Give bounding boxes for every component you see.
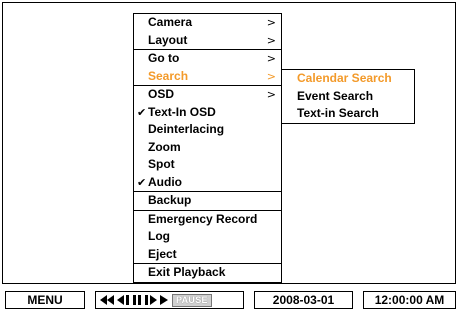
menu-item-label: Text-In OSD (148, 104, 216, 119)
menu-group-backup: Backup (134, 192, 281, 211)
menu-item-camera[interactable]: Camera > (134, 14, 281, 32)
menu-item-deinterlacing[interactable]: Deinterlacing (134, 121, 281, 139)
date-display[interactable]: 2008-03-01 (254, 291, 353, 309)
menu-item-label: Audio (148, 174, 182, 189)
menu-item-label: Exit Playback (148, 265, 226, 279)
step-back-icon[interactable] (117, 294, 130, 306)
menu-item-audio[interactable]: ✔ Audio (134, 174, 281, 192)
submenu-arrow-icon: > (266, 69, 276, 83)
checkmark-icon: ✔ (137, 175, 147, 189)
menu-item-label: Go to (148, 51, 180, 65)
date-value: 2008-03-01 (272, 293, 335, 307)
submenu-arrow-icon: > (266, 52, 276, 65)
context-menu: Camera > Layout > Go to > Search > OSD >… (133, 13, 282, 283)
menu-item-label: Layout (148, 32, 188, 47)
menu-group-view: Camera > Layout > (134, 14, 281, 50)
menu-group-exit: Exit Playback (134, 264, 281, 282)
menu-item-backup[interactable]: Backup (134, 192, 281, 210)
menu-item-label: Deinterlacing (148, 122, 225, 136)
menu-item-label: Log (148, 229, 170, 243)
menu-item-label: Emergency Record (148, 211, 258, 226)
menu-item-label: Zoom (148, 139, 181, 154)
menu-item-search[interactable]: Search > (134, 68, 281, 86)
menu-item-text-in-osd[interactable]: ✔ Text-In OSD (134, 104, 281, 122)
menu-item-label: Eject (148, 246, 177, 261)
submenu-item-calendar-search[interactable]: Calendar Search (282, 70, 414, 88)
submenu-arrow-icon: > (266, 33, 276, 47)
menu-item-exit-playback[interactable]: Exit Playback (134, 264, 281, 282)
submenu-item-label: Calendar Search (297, 71, 392, 85)
menu-item-osd[interactable]: OSD > (134, 86, 281, 104)
menu-item-label: Spot (148, 157, 175, 171)
pause-icon[interactable] (132, 294, 142, 306)
menu-item-emergency-record[interactable]: Emergency Record (134, 211, 281, 229)
menu-group-display: OSD > ✔ Text-In OSD Deinterlacing Zoom S… (134, 86, 281, 192)
playback-controls: PAUSE (95, 291, 244, 309)
step-forward-icon[interactable] (144, 294, 157, 306)
submenu-item-label: Event Search (297, 88, 374, 103)
menu-button-label: MENU (27, 293, 63, 307)
menu-item-layout[interactable]: Layout > (134, 32, 281, 50)
time-value: 12:00:00 AM (374, 293, 445, 307)
menu-item-spot[interactable]: Spot (134, 156, 281, 174)
menu-item-label: Backup (148, 193, 192, 207)
submenu-item-event-search[interactable]: Event Search (282, 88, 414, 106)
menu-item-label: Search (148, 68, 189, 83)
menu-group-system: Emergency Record Log Eject (134, 211, 281, 264)
menu-item-log[interactable]: Log (134, 228, 281, 246)
menu-button[interactable]: MENU (5, 291, 85, 309)
submenu-item-label: Text-in Search (297, 106, 379, 120)
menu-item-go-to[interactable]: Go to > (134, 50, 281, 68)
menu-item-eject[interactable]: Eject (134, 246, 281, 264)
menu-item-label: OSD (148, 87, 175, 101)
submenu-arrow-icon: > (266, 88, 276, 101)
menu-item-label: Camera (148, 15, 193, 29)
checkmark-icon: ✔ (137, 105, 147, 119)
time-display[interactable]: 12:00:00 AM (363, 291, 456, 309)
fast-rewind-icon[interactable] (100, 294, 115, 306)
play-icon[interactable] (159, 294, 168, 306)
menu-item-zoom[interactable]: Zoom (134, 139, 281, 157)
pause-status-badge: PAUSE (172, 293, 212, 307)
menu-group-navigate: Go to > Search > (134, 50, 281, 86)
submenu-item-text-in-search[interactable]: Text-in Search (282, 105, 414, 123)
submenu-arrow-icon: > (266, 16, 276, 29)
search-submenu: Calendar Search Event Search Text-in Sea… (281, 69, 415, 124)
